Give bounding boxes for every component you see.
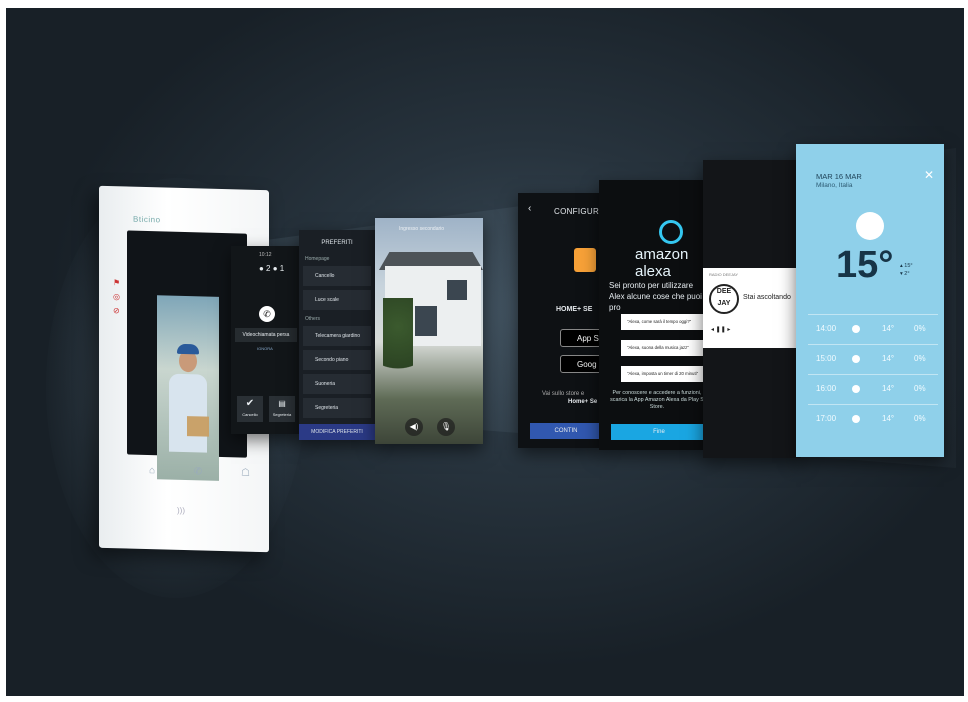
parcel-box (187, 416, 209, 437)
sun-icon (852, 355, 860, 363)
forecast-time: 15:00 (816, 354, 837, 363)
alexa-example-bubble: "Alexa, come sarà il tempo oggi?" (621, 314, 705, 330)
house-window (447, 280, 467, 300)
google-play-button[interactable]: Goog (560, 355, 602, 373)
forecast-precip: 0% (914, 384, 926, 393)
now-playing: Stai ascoltando (743, 294, 791, 301)
favorite-item[interactable]: Suoneria (303, 374, 371, 394)
weather-screen: MAR 16 MAR Milano, Italia ✕ 15° ▴ 15° ▾ 2… (796, 144, 944, 457)
sun-icon (852, 385, 860, 393)
camera-caption: Ingresso secondario (399, 226, 445, 232)
weather-city: Milano, Italia (816, 182, 853, 189)
alexa-screen: amazon alexa Sei pronto per utilizzare A… (599, 180, 707, 450)
radio-station-label: RADIO DEEJAY (709, 272, 739, 277)
forecast-temp: 14° (882, 384, 895, 393)
notification-icons: ● 2 ● 1 (259, 264, 285, 273)
forecast-precip: 0% (914, 414, 926, 423)
home-plus-app-name: Home+ Se (568, 399, 598, 405)
store-instructions: Vai sullo store e (542, 391, 585, 397)
sun-icon (852, 325, 860, 333)
voicemail-button[interactable]: ▤ Segreteria (269, 396, 295, 422)
missed-video-call[interactable]: Videochiamata persa (235, 328, 297, 342)
favorite-item[interactable]: Secondo piano (303, 350, 371, 370)
clock: 10:12 (259, 252, 272, 258)
favorite-item[interactable]: Telecamera giardino (303, 326, 371, 346)
courier-figure (165, 340, 209, 461)
alexa-example-bubble: "Alexa, suona della musica jazz" (621, 340, 705, 356)
forecast-precip: 0% (914, 324, 926, 333)
sun-icon (852, 415, 860, 423)
favorite-item[interactable]: Segreteria (303, 398, 371, 418)
weather-date: MAR 16 MAR (816, 172, 862, 181)
missed-call-screen: 10:12 ● 2 ● 1 ✆ Videochiamata persa IGNO… (231, 246, 301, 434)
home-plus-title: HOME+ SE (556, 306, 593, 313)
ignore-button[interactable]: IGNORA (257, 346, 273, 351)
gate-button-label: Cancello (242, 412, 258, 417)
device-side-icons: ⚑ ◎ ⊘ (113, 278, 121, 316)
sun-icon (856, 212, 884, 240)
configure-title: CONFIGURA (554, 207, 602, 216)
radio-screen: RADIO DEEJAY DEE JAY Stai ascoltando ◂ ❚… (703, 160, 801, 458)
high-low: ▴ 15° ▾ 2° (900, 263, 913, 277)
radio-card[interactable]: RADIO DEEJAY DEE JAY Stai ascoltando ◂ ❚… (703, 268, 801, 348)
gate-button[interactable]: ✔ Cancello (237, 396, 263, 422)
divider (808, 314, 938, 315)
courier-cap (177, 343, 199, 355)
configure-screen: ‹ CONFIGURA HOME+ SE App S Goog Vai sull… (518, 193, 602, 448)
favorite-item[interactable]: Cancello (303, 266, 371, 286)
divider (808, 344, 938, 345)
favorites-screen: PREFERITI Homepage Cancello Luce scale O… (299, 230, 375, 440)
voicemail-icon: ▤ (278, 399, 286, 408)
phone-icon: ✆ (259, 306, 275, 322)
scene-background: Bticino ⚑ ◎ ⊘ ⌂ ✆ ☖ ))) 10:12 ● 2 ● 1 ✆ Vi… (6, 8, 964, 696)
alexa-example-bubble: "Alexa, imposta un timer di 20 minuti" (621, 366, 705, 382)
divider (808, 374, 938, 375)
deejay-logo: DEE JAY (709, 284, 739, 314)
continue-button[interactable]: CONTIN (530, 423, 602, 439)
app-store-button[interactable]: App S (560, 329, 602, 347)
camera-screen: Ingresso secondario ◀) 🎙 (375, 218, 483, 444)
current-temperature: 15° (836, 244, 894, 286)
section-homepage: Homepage (305, 256, 330, 262)
alexa-intro: Sei pronto per utilizzare Alex alcune co… (609, 281, 702, 312)
forecast-temp: 14° (882, 324, 895, 333)
favorite-item[interactable]: Luce scale (303, 290, 371, 310)
playback-controls[interactable]: ◂ ❚❚ ▸ (711, 326, 730, 333)
speaker-button[interactable]: ◀) (405, 418, 423, 436)
back-icon[interactable]: ‹ (528, 203, 531, 214)
voicemail-button-label: Segreteria (272, 412, 292, 417)
alexa-brand: amazon alexa (635, 246, 689, 280)
low-temp: 2° (904, 271, 910, 277)
forecast-temp: 14° (882, 354, 895, 363)
forecast-precip: 0% (914, 354, 926, 363)
house-door (415, 306, 437, 336)
favorites-title: PREFERITI (321, 240, 353, 246)
check-icon: ✔ (245, 398, 255, 409)
nfc-icon: ))) (177, 505, 185, 516)
forecast-time: 14:00 (816, 324, 837, 333)
device-screen (127, 230, 247, 481)
divider (808, 404, 938, 405)
finish-button[interactable]: Fine (611, 424, 707, 440)
topiary-tree (383, 298, 413, 394)
close-icon[interactable]: ✕ (924, 168, 934, 182)
edit-favorites-button[interactable]: MODIFICA PREFERITI (299, 424, 375, 440)
forecast-time: 17:00 (816, 414, 837, 423)
courier-torso (169, 373, 207, 453)
shield-icon (574, 248, 596, 272)
section-others: Others (305, 316, 321, 322)
forecast-time: 16:00 (816, 384, 837, 393)
device-brand: Bticino (133, 214, 161, 225)
forecast-temp: 14° (882, 414, 895, 423)
microphone-button[interactable]: 🎙 (437, 418, 455, 436)
alexa-info-text: Per conoscere e accedere a funzioni, sca… (610, 390, 704, 410)
visitor-video (157, 295, 219, 481)
high-temp: 15° (904, 263, 913, 269)
alexa-logo-icon (659, 220, 683, 244)
